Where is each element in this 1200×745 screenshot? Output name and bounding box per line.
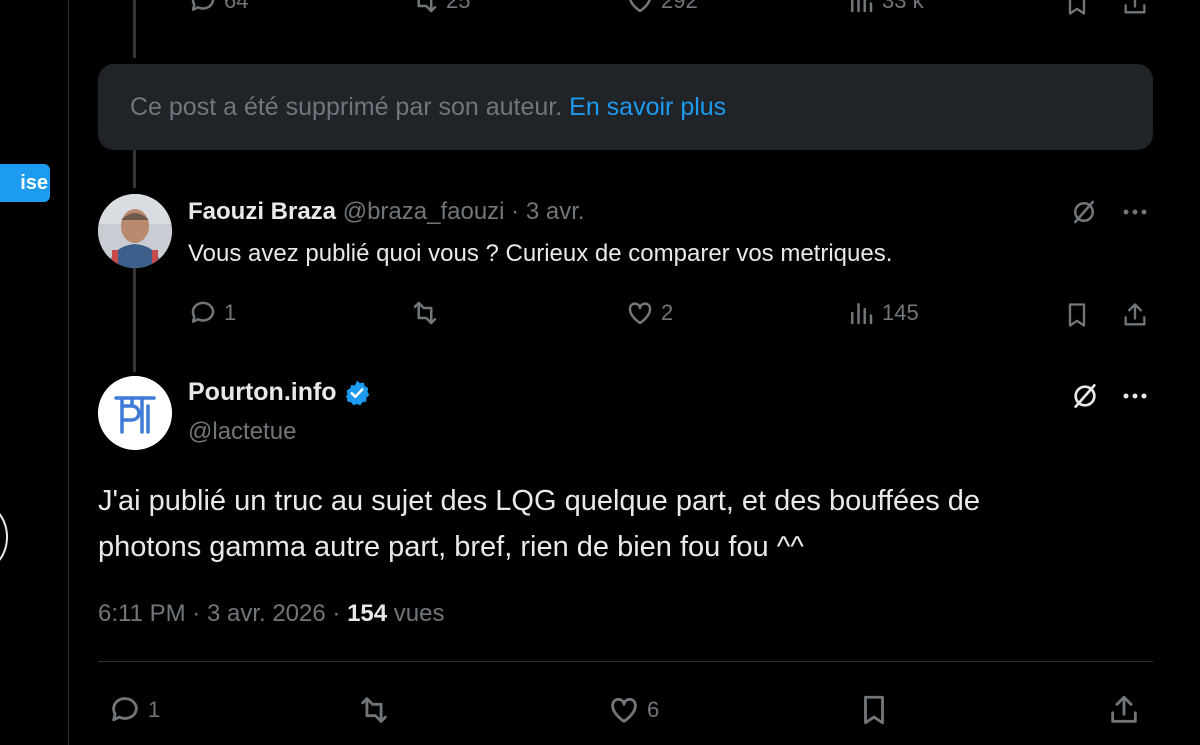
main-like-count: 6	[647, 697, 660, 722]
main-post-time[interactable]: 6:11 PM	[98, 600, 186, 627]
views-icon	[851, 0, 873, 13]
repost-icon	[361, 697, 387, 723]
main-share-button[interactable]	[1107, 693, 1141, 732]
reply-icon	[112, 697, 138, 722]
pourton-logo-icon	[98, 376, 172, 450]
top-like-count: 292	[661, 0, 698, 13]
reply-avatar-image	[98, 194, 172, 268]
reply-views-count: 145	[882, 300, 919, 325]
main-post-header: Pourton.info	[188, 378, 371, 407]
share-icon	[1124, 0, 1146, 14]
reply-share-button[interactable]	[1121, 300, 1149, 335]
reply-repost-button[interactable]	[410, 298, 446, 328]
main-author-handle[interactable]: @lactetue	[188, 418, 296, 446]
reply-text: Vous avez publié quoi vous ? Curieux de …	[188, 240, 893, 267]
left-sidebar	[0, 0, 69, 745]
grok-icon	[1074, 384, 1096, 408]
main-post-sep1: ·	[192, 600, 201, 627]
main-more-button[interactable]	[1120, 384, 1150, 413]
reply-separator: ·	[511, 198, 520, 225]
reply-bookmark-button[interactable]	[1063, 300, 1091, 335]
main-post-text-line1: J'ai publié un truc au sujet des LQG que…	[98, 485, 981, 517]
main-post-views-count: 154	[347, 600, 388, 627]
reply-icon	[191, 0, 215, 11]
reply-reply-button[interactable]: 1	[188, 298, 236, 328]
reply-grok-button[interactable]	[1069, 197, 1099, 232]
like-icon	[629, 0, 651, 13]
verified-badge-icon[interactable]	[343, 379, 371, 407]
reply-views-button[interactable]: 145	[846, 298, 919, 328]
reply-icon	[191, 301, 215, 323]
main-reply-count: 1	[148, 697, 161, 722]
subscribe-button-label: ise	[20, 172, 48, 194]
reply-reply-count: 1	[224, 300, 237, 325]
subscribe-button[interactable]: ise	[0, 164, 50, 202]
main-post-avatar[interactable]	[98, 376, 172, 450]
main-reply-button[interactable]: 1	[108, 693, 160, 727]
bookmark-icon	[1068, 303, 1086, 327]
share-icon	[1111, 695, 1137, 723]
main-post-sep2: ·	[332, 600, 341, 627]
repost-icon	[417, 0, 437, 13]
top-repost-button[interactable]: 25	[410, 0, 470, 16]
main-post-date[interactable]: 3 avr. 2026	[207, 600, 326, 627]
top-reply-button[interactable]: 64	[188, 0, 248, 16]
bookmark-icon	[1068, 0, 1086, 15]
main-post-views-label: vues	[393, 600, 445, 627]
reply-more-button[interactable]	[1120, 200, 1150, 229]
main-like-button[interactable]: 6	[607, 693, 659, 727]
like-icon	[628, 302, 652, 325]
top-views-button[interactable]: 33 k	[846, 0, 924, 16]
deleted-post-text: Ce post a été supprimé par son auteur.	[130, 93, 563, 121]
reply-like-count: 2	[661, 300, 674, 325]
main-grok-button[interactable]	[1069, 380, 1101, 417]
top-reply-count: 64	[224, 0, 249, 13]
views-icon	[851, 303, 873, 325]
reply-author-name[interactable]: Faouzi Braza	[188, 198, 336, 225]
grok-icon	[1074, 200, 1094, 224]
reply-like-button[interactable]: 2	[625, 298, 673, 328]
thread-line-top	[133, 0, 136, 58]
divider	[98, 661, 1153, 662]
reply-header: Faouzi Braza @braza_faouzi · 3 avr.	[188, 198, 585, 226]
main-author-name[interactable]: Pourton.info	[188, 378, 337, 407]
main-post-meta: 6:11 PM · 3 avr. 2026 · 154 vues	[98, 600, 444, 628]
bookmark-icon	[864, 695, 884, 725]
more-icon	[1123, 393, 1147, 399]
top-like-button[interactable]: 292	[625, 0, 698, 16]
thread-line-connector	[133, 150, 136, 188]
main-post-text: J'ai publié un truc au sujet des LQG que…	[98, 478, 1158, 570]
deleted-post-notice: Ce post a été supprimé par son auteur. E…	[98, 64, 1153, 150]
top-repost-count: 25	[446, 0, 471, 13]
reply-date[interactable]: 3 avr.	[526, 198, 585, 225]
main-post-text-line2: photons gamma autre part, bref, rien de …	[98, 531, 804, 563]
top-share-button[interactable]	[1121, 0, 1149, 23]
reply-author-handle[interactable]: @braza_faouzi	[343, 198, 505, 225]
reply-avatar[interactable]	[98, 194, 172, 268]
more-icon	[1123, 209, 1147, 215]
like-icon	[611, 697, 637, 723]
thread-line-reply	[133, 268, 136, 372]
top-bookmark-button[interactable]	[1063, 0, 1091, 23]
main-bookmark-button[interactable]	[857, 693, 891, 732]
top-views-count: 33 k	[882, 0, 924, 13]
learn-more-link[interactable]: En savoir plus	[569, 93, 726, 121]
main-repost-button[interactable]	[357, 693, 397, 727]
repost-icon	[413, 301, 437, 325]
share-icon	[1124, 303, 1146, 326]
